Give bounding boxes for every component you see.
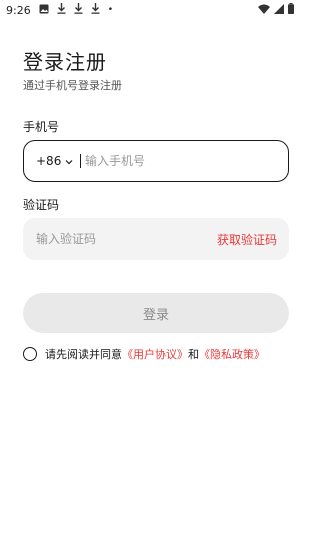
battery-icon xyxy=(288,3,294,17)
country-code: +86 xyxy=(36,154,62,168)
agreement-and: 和 xyxy=(188,348,199,361)
agreement-row: 请先阅读并同意 《用户协议》 和 《隐私政策》 xyxy=(23,346,265,362)
login-button[interactable]: 登录 xyxy=(23,293,289,333)
country-code-selector[interactable]: +86 xyxy=(24,154,76,168)
code-field[interactable]: 获取验证码 xyxy=(23,218,289,260)
status-right xyxy=(258,3,294,17)
get-code-button[interactable]: 获取验证码 xyxy=(217,231,277,248)
phone-field[interactable]: +86 xyxy=(23,140,289,182)
image-icon xyxy=(39,4,49,17)
code-input[interactable] xyxy=(23,232,186,246)
code-label: 验证码 xyxy=(23,198,60,212)
status-left: 9:26 • xyxy=(0,3,113,17)
download-icon xyxy=(91,3,100,17)
notification-dot: • xyxy=(107,5,114,15)
privacy-policy-link[interactable]: 《隐私政策》 xyxy=(199,346,265,362)
chevron-down-icon xyxy=(65,154,73,168)
status-time: 9:26 xyxy=(6,3,31,17)
page-subtitle: 通过手机号登录注册 xyxy=(23,79,122,92)
page-title: 登录注册 xyxy=(23,50,107,74)
phone-input[interactable] xyxy=(85,154,265,168)
phone-label: 手机号 xyxy=(23,120,60,134)
user-agreement-link[interactable]: 《用户协议》 xyxy=(122,346,188,362)
signal-icon xyxy=(274,3,284,17)
cursor-divider xyxy=(80,154,81,168)
download-icon xyxy=(57,3,66,17)
wifi-icon xyxy=(258,4,270,17)
agreement-prefix: 请先阅读并同意 xyxy=(45,348,122,361)
agree-checkbox[interactable] xyxy=(23,347,37,361)
download-icon xyxy=(74,3,83,17)
status-bar: 9:26 • xyxy=(0,0,300,20)
